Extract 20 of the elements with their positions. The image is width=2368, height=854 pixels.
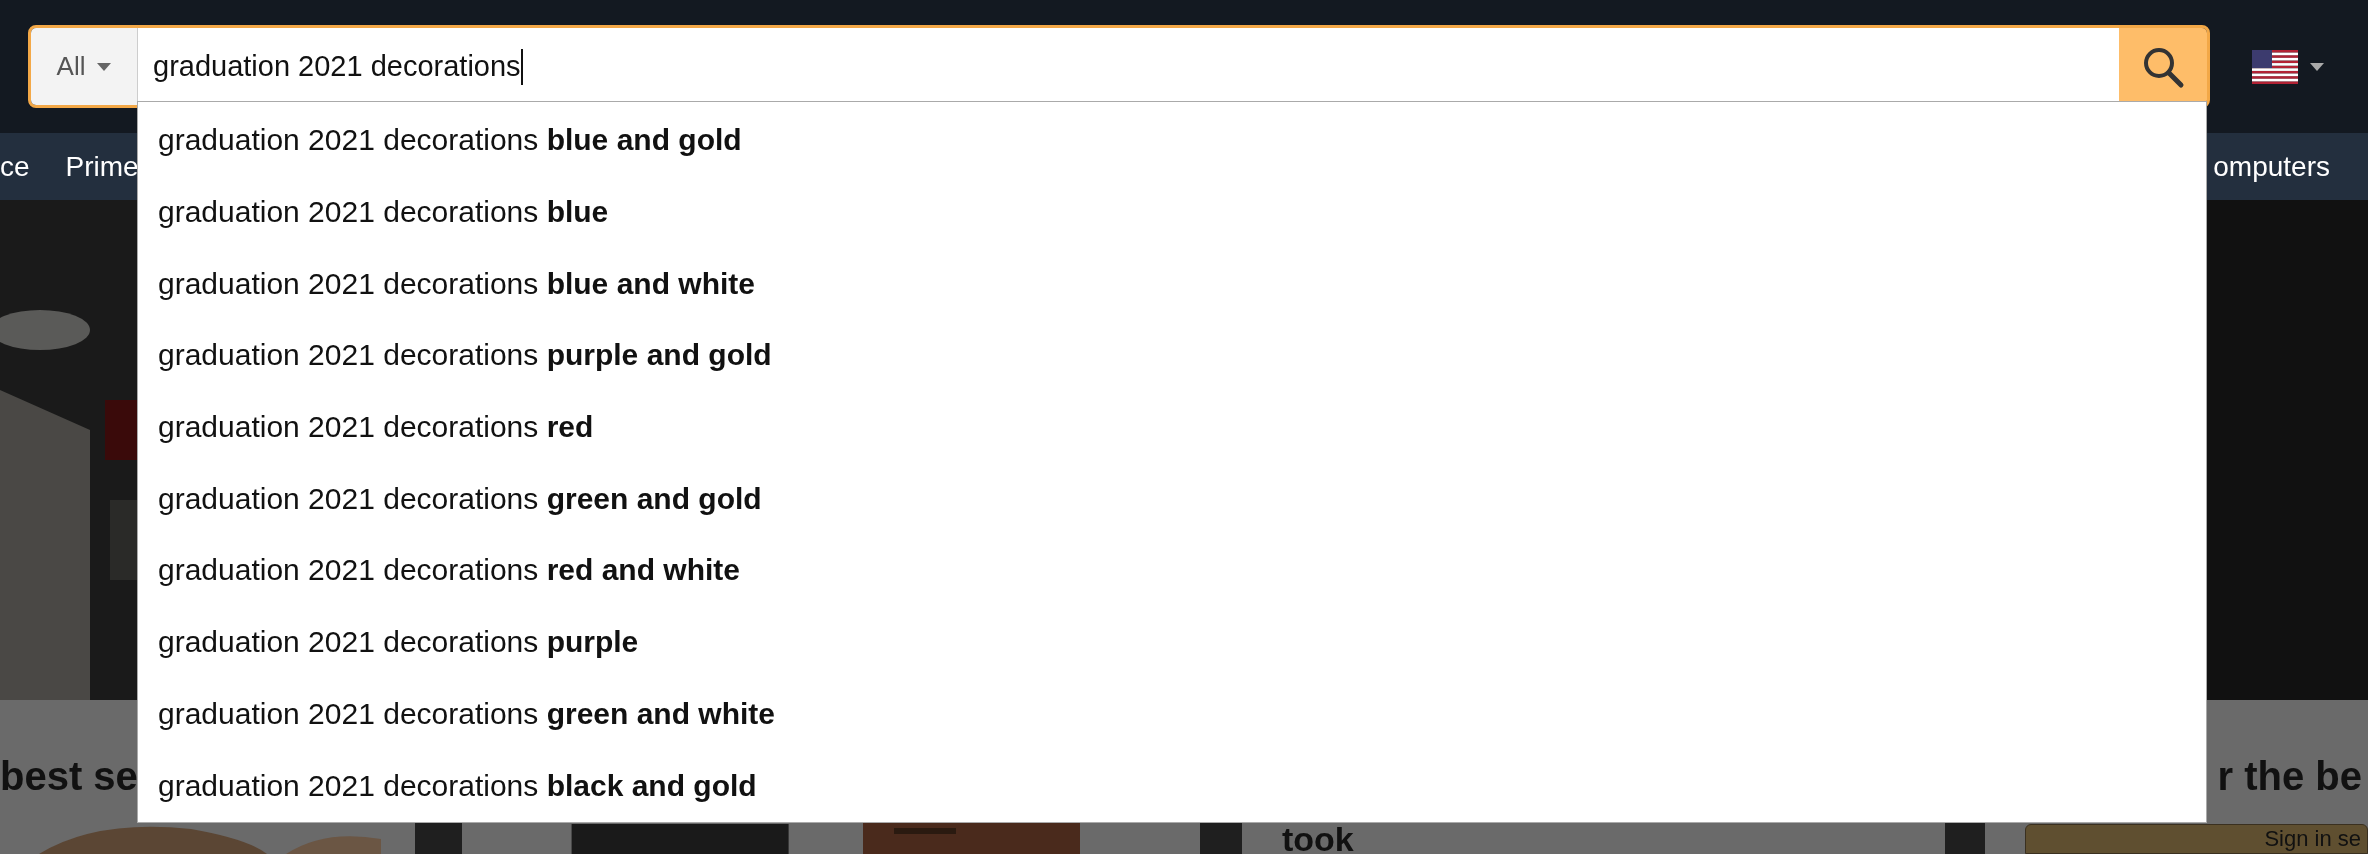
caret-icon[interactable] [2310, 62, 2324, 71]
suggestion-item[interactable]: graduation 2021 decorations red and white [138, 534, 2206, 606]
suggestion-item[interactable]: graduation 2021 decorations green and white [138, 677, 2206, 750]
suggestion-item[interactable]: graduation 2021 decorations blue and gold [138, 104, 2206, 176]
caret-icon [97, 62, 112, 71]
suggestion-item[interactable]: graduation 2021 decorations purple and gold [138, 319, 2206, 391]
category-dropdown[interactable]: All [31, 28, 138, 105]
suggestion-item[interactable]: graduation 2021 decorations red [138, 390, 2206, 463]
nav-link[interactable]: ce [0, 145, 30, 188]
nav-link[interactable]: omputers [2213, 145, 2330, 188]
flag-icon[interactable] [2252, 49, 2298, 84]
card-heading: took [1282, 824, 1354, 854]
suggestion-item[interactable]: graduation 2021 decorations blue and white [138, 247, 2206, 320]
card-heading: best se [0, 753, 138, 800]
suggestion-item[interactable]: graduation 2021 decorations purple [138, 605, 2206, 678]
nav-link[interactable]: Prime [65, 145, 139, 188]
suggestion-item[interactable]: graduation 2021 decorations blue [138, 175, 2206, 248]
suggestion-item[interactable]: graduation 2021 decorations black and gold [138, 749, 2206, 821]
card-heading: r the be [2217, 753, 2362, 800]
suggestion-item[interactable]: graduation 2021 decorations green and gold [138, 462, 2206, 535]
